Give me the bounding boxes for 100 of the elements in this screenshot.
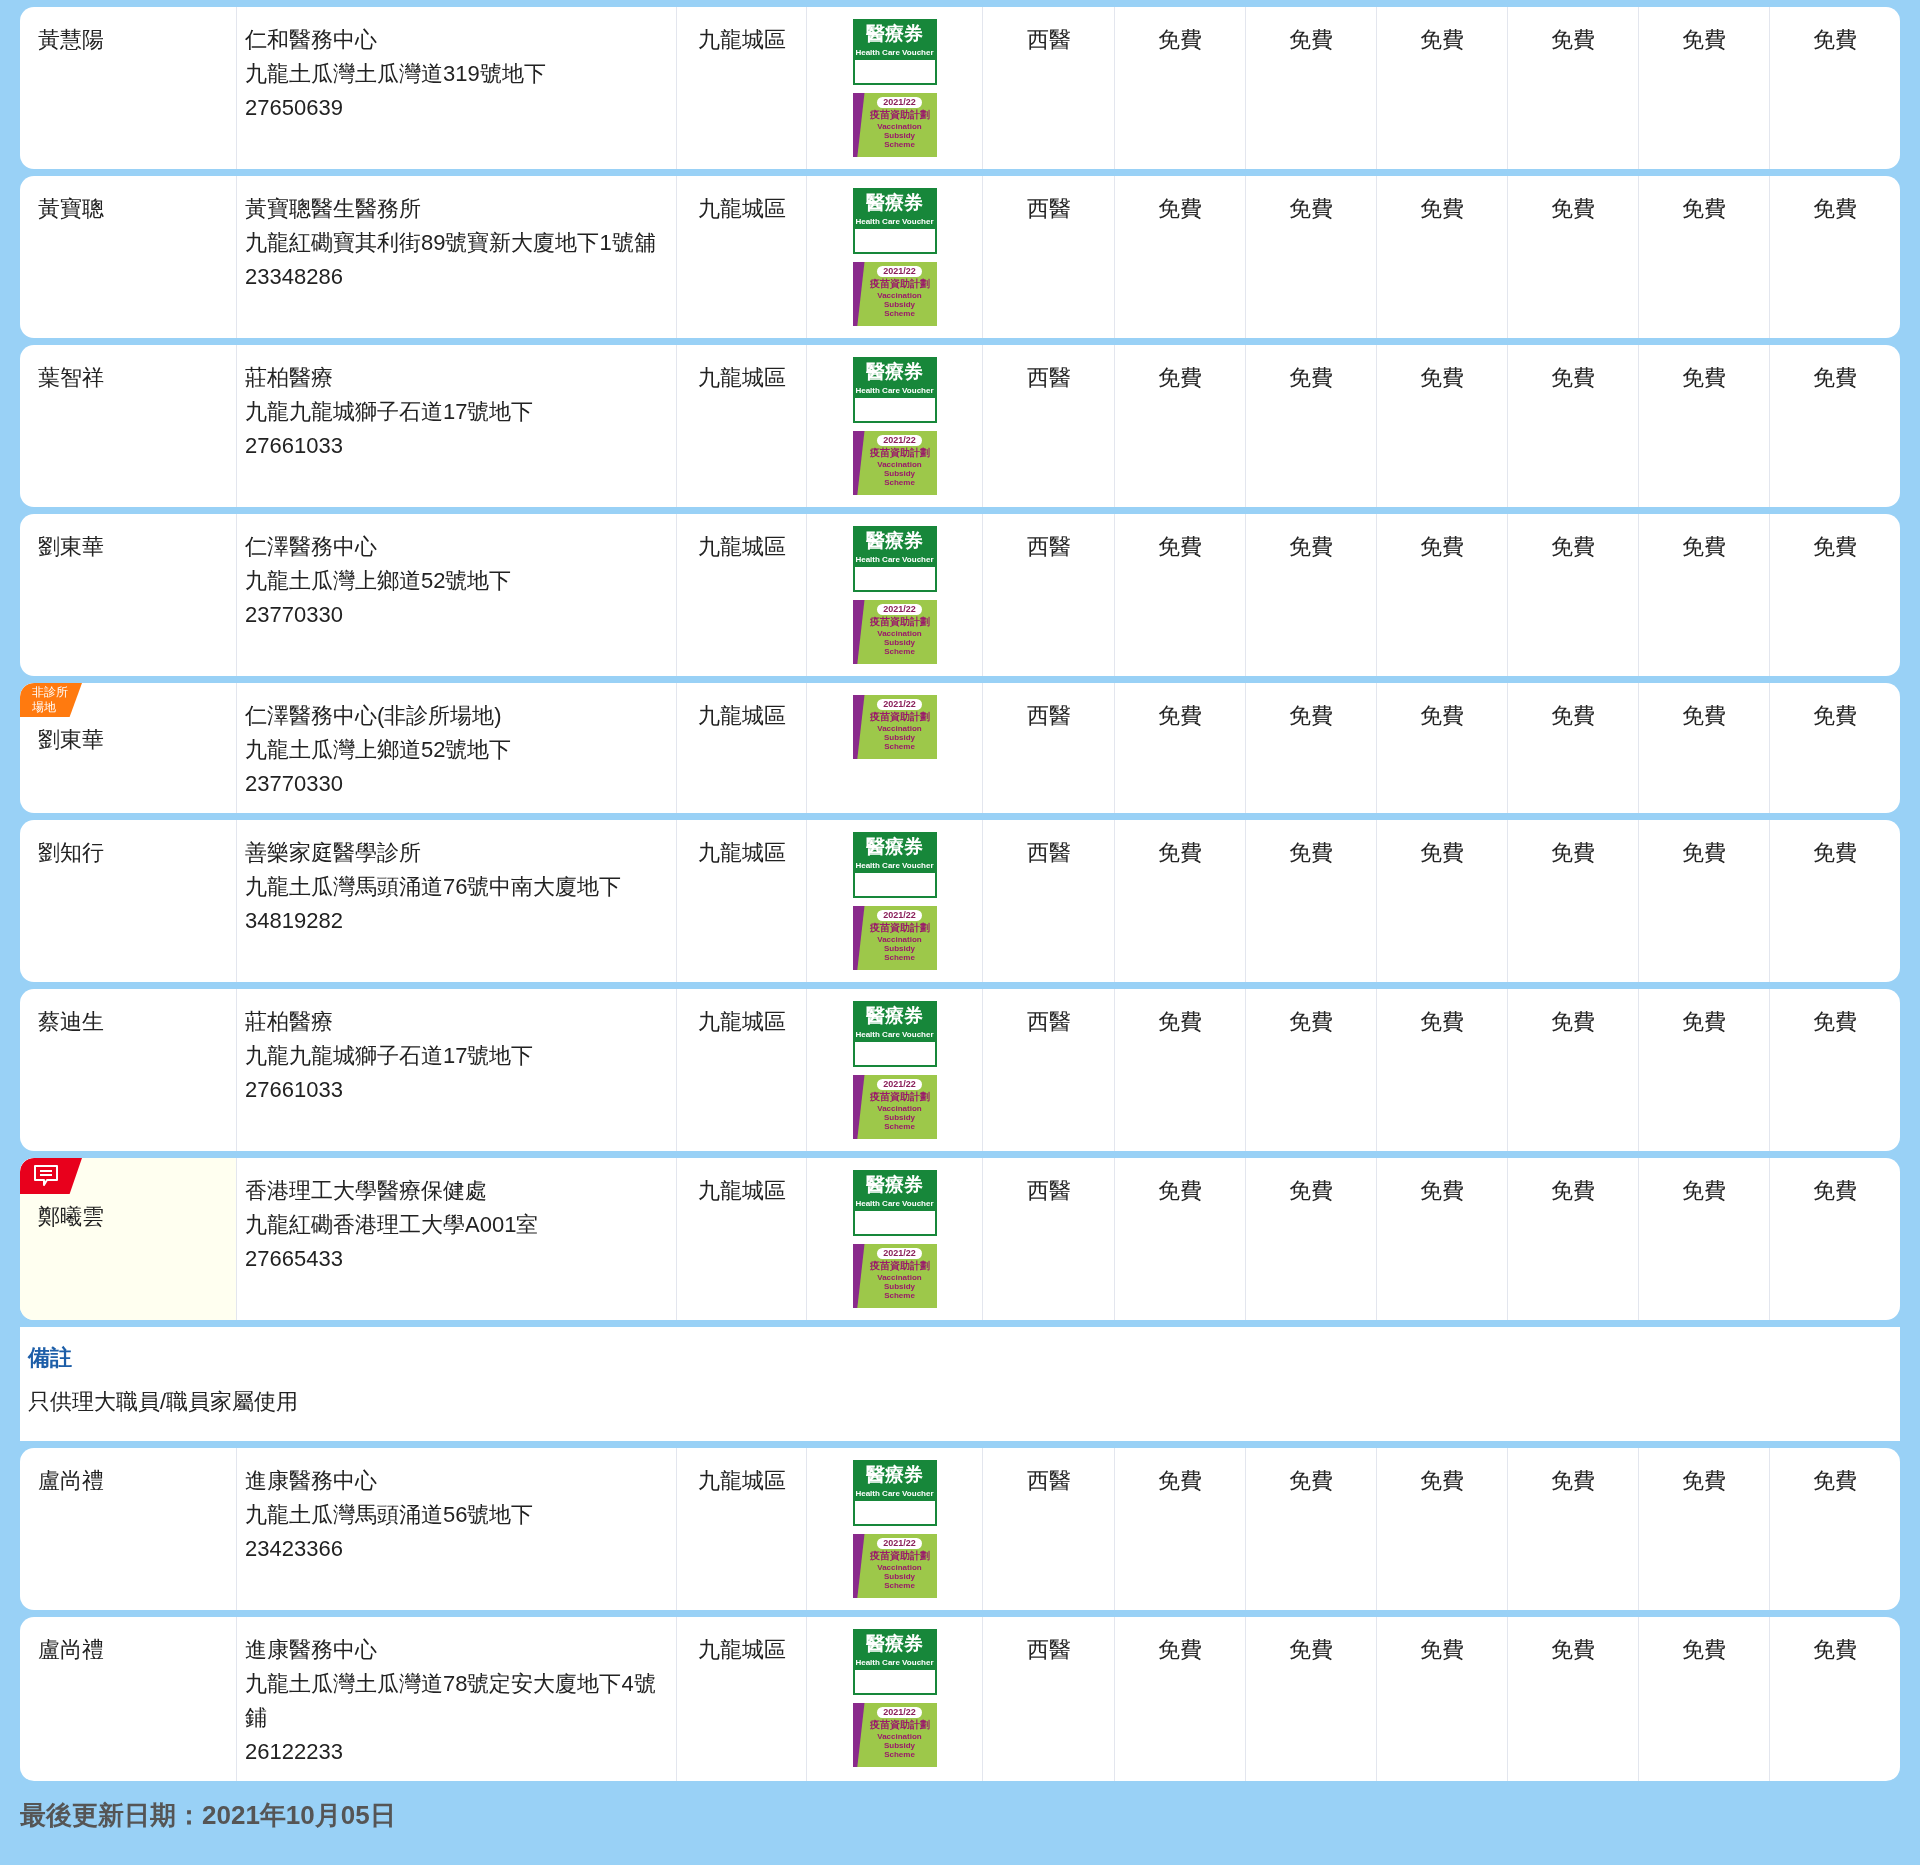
fee: 免費 [1158, 1637, 1202, 1662]
clinic-name: 莊柏醫療 [245, 1008, 333, 1036]
badge-subtitle: Vaccination Subsidy Scheme [876, 460, 923, 487]
badge-subtitle: Vaccination Subsidy Scheme [876, 935, 923, 962]
diagonal-stripe [852, 1075, 865, 1139]
doctor-name: 黃寶聰 [38, 196, 104, 221]
badge-year: 2021/22 [877, 1707, 922, 1718]
practice-type: 西醫 [1026, 1637, 1071, 1662]
fee: 免費 [1682, 1178, 1726, 1203]
district: 九龍城區 [697, 1009, 786, 1034]
diagonal-stripe [852, 1703, 865, 1767]
badge-subtitle: Health Care Voucher [855, 1488, 934, 1499]
practice-type: 西醫 [1026, 1468, 1071, 1493]
fee: 免費 [1551, 534, 1595, 559]
doctor-name: 劉東華 [38, 727, 104, 752]
practice-type: 西醫 [1026, 196, 1071, 221]
clinic-address: 九龍九龍城獅子石道17號地下 [245, 398, 534, 426]
fee: 免費 [1158, 1178, 1202, 1203]
fee: 免費 [1158, 365, 1202, 390]
district: 九龍城區 [697, 1468, 786, 1493]
remark-text: 只供理大職員/職員家屬使用 [28, 1388, 299, 1416]
badge-title: 疫苗資助計劃 [869, 108, 930, 122]
fee: 免費 [1420, 27, 1464, 52]
doctor-name: 劉東華 [38, 534, 104, 559]
badge-title: 疫苗資助計劃 [869, 446, 930, 460]
fee: 免費 [1682, 534, 1726, 559]
badge-title: 醫療券 [866, 22, 923, 46]
clinic-name: 莊柏醫療 [245, 364, 333, 392]
clinic-name: 黃寶聰醫生醫務所 [245, 195, 421, 223]
badge-subtitle: Vaccination Subsidy Scheme [876, 291, 923, 318]
badge-subtitle: Vaccination Subsidy Scheme [876, 1273, 923, 1300]
fee: 免費 [1158, 703, 1202, 728]
phone-number: 23770330 [245, 601, 343, 629]
doctor-name: 劉知行 [38, 840, 104, 865]
fee: 免費 [1420, 1178, 1464, 1203]
practice-type: 西醫 [1026, 27, 1071, 52]
message-icon [32, 1163, 60, 1189]
diagonal-stripe [852, 262, 865, 326]
badge-title: 醫療券 [866, 1632, 923, 1656]
badge-title: 疫苗資助計劃 [869, 615, 930, 629]
badge-subtitle: Health Care Voucher [855, 385, 934, 396]
practice-type: 西醫 [1026, 840, 1071, 865]
fee: 免費 [1551, 27, 1595, 52]
district: 九龍城區 [697, 703, 786, 728]
diagonal-stripe [852, 93, 865, 157]
badge-subtitle: Health Care Voucher [855, 554, 934, 565]
badge-title: 疫苗資助計劃 [869, 277, 930, 291]
badge-title: 疫苗資助計劃 [869, 1718, 930, 1732]
practice-type: 西醫 [1026, 1178, 1071, 1203]
district: 九龍城區 [697, 840, 786, 865]
practice-type: 西醫 [1026, 703, 1071, 728]
fee: 免費 [1682, 1009, 1726, 1034]
badge-title: 醫療券 [866, 1463, 923, 1487]
badge-subtitle: Vaccination Subsidy Scheme [876, 1104, 923, 1131]
badge-year: 2021/22 [877, 1079, 922, 1090]
fee: 免費 [1551, 1468, 1595, 1493]
district: 九龍城區 [697, 365, 786, 390]
fee: 免費 [1420, 703, 1464, 728]
fee: 免費 [1682, 365, 1726, 390]
clinic-name: 香港理工大學醫療保健處 [245, 1177, 487, 1205]
phone-number: 23423366 [245, 1535, 343, 1563]
badge-year: 2021/22 [877, 266, 922, 277]
badge-year: 2021/22 [877, 910, 922, 921]
badge-subtitle: Health Care Voucher [855, 216, 934, 227]
fee: 免費 [1682, 1468, 1726, 1493]
clinic-name: 仁澤醫務中心 [245, 533, 377, 561]
badge-subtitle: Vaccination Subsidy Scheme [876, 724, 923, 751]
badge-subtitle: Health Care Voucher [855, 1029, 934, 1040]
clinic-address: 九龍土瓜灣馬頭涌道76號中南大廈地下 [245, 873, 622, 901]
doctor-name: 鄭曦雲 [38, 1204, 104, 1229]
fee: 免費 [1420, 1468, 1464, 1493]
clinic-address: 九龍土瓜灣上鄉道52號地下 [245, 567, 512, 595]
fee: 免費 [1813, 1637, 1857, 1662]
fee: 免費 [1551, 1178, 1595, 1203]
clinic-name: 仁和醫務中心 [245, 26, 377, 54]
fee: 免費 [1420, 1637, 1464, 1662]
doctor-name: 葉智祥 [38, 365, 104, 390]
phone-number: 27661033 [245, 1076, 343, 1104]
diagonal-stripe [852, 600, 865, 664]
clinic-address: 九龍紅磡寶其利街89號寶新大廈地下1號舖 [245, 229, 656, 257]
fee: 免費 [1289, 1178, 1333, 1203]
doctor-name: 盧尚禮 [38, 1637, 104, 1662]
fee: 免費 [1420, 1009, 1464, 1034]
fee: 免費 [1158, 196, 1202, 221]
fee: 免費 [1551, 365, 1595, 390]
fee: 免費 [1420, 534, 1464, 559]
badge-subtitle: Vaccination Subsidy Scheme [876, 122, 923, 149]
district: 九龍城區 [697, 1637, 786, 1662]
badge-year: 2021/22 [877, 1538, 922, 1549]
fee: 免費 [1289, 365, 1333, 390]
fee: 免費 [1158, 1468, 1202, 1493]
practice-type: 西醫 [1026, 365, 1071, 390]
fee: 免費 [1158, 27, 1202, 52]
practice-type: 西醫 [1026, 1009, 1071, 1034]
badge-title: 醫療券 [866, 360, 923, 384]
clinic-name: 進康醫務中心 [245, 1467, 377, 1495]
diagonal-stripe [852, 431, 865, 495]
fee: 免費 [1813, 1009, 1857, 1034]
badge-title: 疫苗資助計劃 [869, 1090, 930, 1104]
district: 九龍城區 [697, 1178, 786, 1203]
